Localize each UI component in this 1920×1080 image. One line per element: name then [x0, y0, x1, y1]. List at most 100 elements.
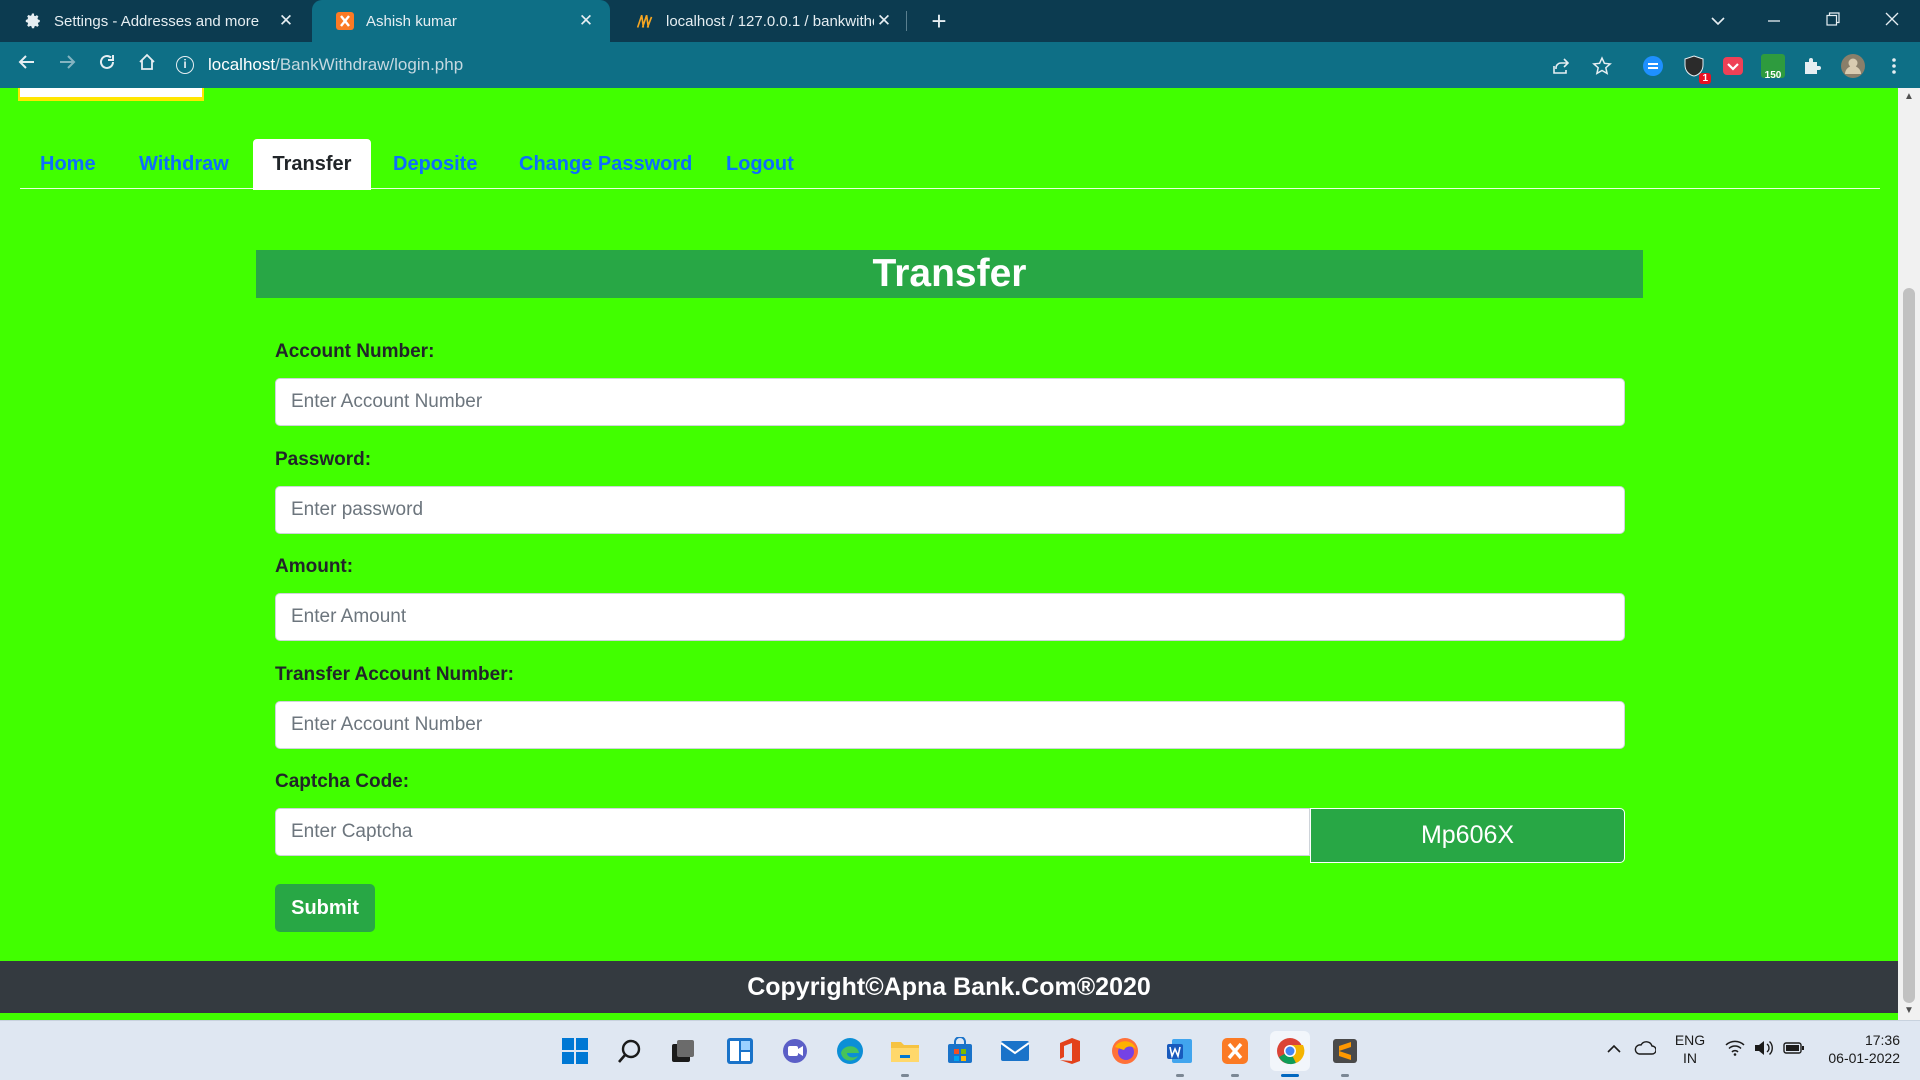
pocket-icon[interactable]: [1720, 53, 1746, 79]
nav-home[interactable]: Home: [40, 139, 96, 190]
captcha-input[interactable]: [275, 808, 1310, 856]
cloud-icon[interactable]: [1634, 1040, 1657, 1060]
task-view-icon[interactable]: [663, 1031, 703, 1071]
bookmark-star-icon[interactable]: [1589, 53, 1615, 79]
forward-button[interactable]: [50, 48, 84, 82]
browser-toolbar: i localhost/BankWithdraw/login.php 1 150: [0, 42, 1920, 88]
windows-taskbar: ENG IN 17:36 06-01-2022: [0, 1020, 1920, 1080]
extension-icon[interactable]: [1640, 53, 1666, 79]
clock-time: 17:36: [1864, 1032, 1900, 1048]
url-path: /BankWithdraw/login.php: [275, 55, 464, 74]
amount-label: Amount:: [275, 556, 354, 577]
tab-separator: [906, 11, 907, 31]
sublime-icon[interactable]: [1325, 1031, 1365, 1077]
address-bar[interactable]: i localhost/BankWithdraw/login.php: [176, 48, 1606, 82]
new-tab-button[interactable]: +: [922, 4, 956, 38]
nav-change-password[interactable]: Change Password: [519, 139, 692, 190]
home-button[interactable]: [130, 48, 164, 82]
windows-start-icon[interactable]: [555, 1031, 595, 1071]
reload-button[interactable]: [90, 48, 124, 82]
store-icon[interactable]: [940, 1031, 980, 1071]
chrome-icon[interactable]: [1270, 1031, 1310, 1077]
tab-title: localhost / 127.0.0.1 / bankwithd: [666, 12, 874, 30]
chevron-up-icon[interactable]: [1606, 1040, 1622, 1060]
battery-icon[interactable]: [1783, 1040, 1805, 1060]
xampp-icon[interactable]: [1215, 1031, 1255, 1077]
widgets-icon[interactable]: [720, 1031, 760, 1071]
file-explorer-icon[interactable]: [885, 1031, 925, 1077]
account-number-input[interactable]: [275, 378, 1625, 426]
password-label: Password:: [275, 449, 372, 470]
amount-input[interactable]: [275, 593, 1625, 641]
word-icon[interactable]: [1160, 1031, 1200, 1077]
mail-icon[interactable]: [995, 1031, 1035, 1071]
arrow-left-icon: [18, 55, 34, 69]
tab-ashish-kumar[interactable]: Ashish kumar ✕: [312, 0, 610, 42]
arrow-right-icon: [60, 55, 76, 69]
close-window-button[interactable]: [1864, 0, 1920, 42]
site-info-icon[interactable]: i: [176, 56, 194, 74]
notification-badge: 1: [1699, 73, 1711, 84]
chevron-down-icon: [1711, 17, 1725, 26]
extension-badge: 150: [1764, 70, 1782, 81]
footer-copyright: Copyright©Apna Bank.Com®2020: [0, 961, 1898, 1013]
password-input[interactable]: [275, 486, 1625, 534]
tab-settings[interactable]: Settings - Addresses and more ✕: [0, 0, 310, 42]
nav-withdraw[interactable]: Withdraw: [139, 139, 229, 190]
office-icon[interactable]: [1050, 1031, 1090, 1071]
puzzle-piece-icon[interactable]: [1799, 53, 1825, 79]
phpmyadmin-icon: [636, 12, 654, 30]
tab-title: Settings - Addresses and more: [54, 12, 260, 30]
nav-logout[interactable]: Logout: [726, 139, 794, 190]
tab-search-button[interactable]: [1690, 0, 1746, 42]
close-icon: [1885, 12, 1899, 26]
minimize-icon: [1768, 20, 1780, 22]
volume-icon[interactable]: [1753, 1040, 1773, 1061]
restore-button[interactable]: [1805, 0, 1861, 42]
scroll-thumb[interactable]: [1903, 288, 1915, 1003]
captcha-code: Mp606X: [1310, 808, 1625, 863]
search-icon[interactable]: [610, 1031, 650, 1071]
scroll-up-icon[interactable]: ▲: [1898, 88, 1920, 106]
tab-phpmyadmin[interactable]: localhost / 127.0.0.1 / bankwithd ✕: [612, 0, 908, 42]
submit-button[interactable]: Submit: [275, 884, 375, 932]
transfer-account-input[interactable]: [275, 701, 1625, 749]
tab-title: Ashish kumar: [366, 12, 457, 30]
shield-extension-icon[interactable]: 1: [1681, 53, 1711, 84]
region-code: IN: [1683, 1050, 1697, 1066]
captcha-label: Captcha Code:: [275, 771, 410, 792]
wifi-icon[interactable]: [1725, 1040, 1745, 1061]
counter-extension-icon[interactable]: 150: [1759, 53, 1787, 81]
nav-transfer[interactable]: Transfer: [253, 139, 371, 190]
home-icon: [139, 53, 155, 70]
close-icon[interactable]: ✕: [276, 11, 296, 31]
restore-icon: [1826, 12, 1840, 26]
nav-deposite[interactable]: Deposite: [393, 139, 477, 190]
main-nav: Home Withdraw Transfer Deposite Change P…: [20, 139, 1880, 190]
browser-tab-strip: Settings - Addresses and more ✕ Ashish k…: [0, 0, 1920, 42]
avatar[interactable]: [1840, 53, 1866, 79]
firefox-icon[interactable]: [1105, 1031, 1145, 1071]
page-viewport: Home Withdraw Transfer Deposite Change P…: [0, 88, 1898, 1020]
page-scrollbar[interactable]: ▲ ▼: [1898, 88, 1920, 1020]
account-number-label: Account Number:: [275, 341, 435, 362]
edge-icon[interactable]: [830, 1031, 870, 1071]
reload-icon: [100, 54, 114, 69]
chat-icon[interactable]: [775, 1031, 815, 1071]
url-host: localhost: [208, 55, 276, 74]
xampp-icon: [336, 12, 354, 30]
close-icon[interactable]: ✕: [576, 11, 596, 31]
gear-icon: [24, 12, 42, 30]
clock[interactable]: 17:36 06-01-2022: [1818, 1031, 1900, 1067]
logo: [18, 88, 204, 101]
scroll-down-icon[interactable]: ▼: [1898, 1002, 1920, 1020]
close-icon[interactable]: ✕: [874, 11, 894, 31]
back-button[interactable]: [10, 48, 44, 82]
language-code: ENG: [1674, 1032, 1706, 1048]
kebab-menu-icon[interactable]: [1881, 53, 1907, 79]
page-title: Transfer: [256, 250, 1643, 298]
language-indicator[interactable]: ENG IN: [1668, 1031, 1712, 1067]
transfer-account-label: Transfer Account Number:: [275, 664, 514, 685]
share-icon[interactable]: [1548, 53, 1574, 79]
minimize-button[interactable]: [1746, 0, 1802, 42]
